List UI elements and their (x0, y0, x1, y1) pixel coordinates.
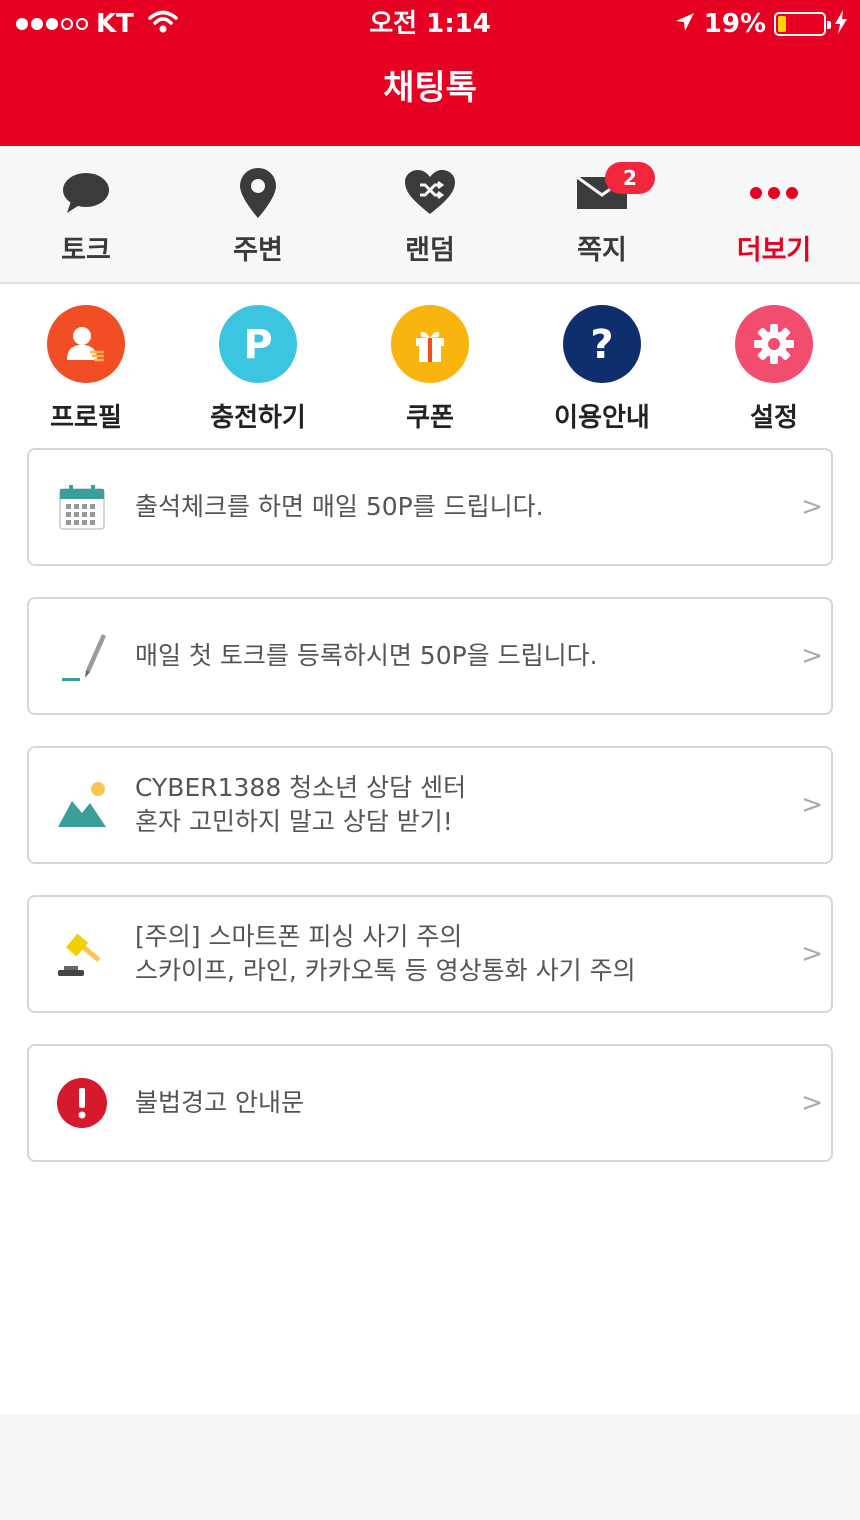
status-bar: KT 오전 1:14 19% (0, 0, 860, 48)
speech-bubble-icon (61, 168, 111, 218)
quick-menu-settings-label: 설정 (750, 403, 798, 433)
chevron-right-icon: > (801, 492, 823, 522)
tab-talk[interactable]: 토크 (0, 146, 172, 282)
chevron-right-icon: > (801, 939, 823, 969)
tab-talk-label: 토크 (61, 235, 111, 266)
shuffle-heart-icon (405, 168, 455, 218)
svg-text:?: ? (590, 322, 613, 366)
notice-first-talk-text: 매일 첫 토크를 등록하시면 50P을 드립니다. (135, 641, 598, 670)
tab-nearby[interactable]: 주변 (172, 146, 344, 282)
gavel-icon (55, 927, 109, 981)
tab-more-label: 더보기 (736, 235, 812, 266)
notice-attendance-text: 출석체크를 하면 매일 50P를 드립니다. (135, 492, 544, 521)
app-header: KT 오전 1:14 19% 채팅톡 (0, 0, 860, 146)
chevron-right-icon: > (801, 641, 823, 671)
warning-icon (55, 1076, 109, 1130)
notice-illegal-warning-text: 불법경고 안내문 (135, 1088, 304, 1117)
quick-menu-charge[interactable]: P 충전하기 (172, 300, 344, 440)
svg-text:P: P (243, 322, 272, 366)
notice-illegal-warning[interactable]: 불법경고 안내문 > (27, 1044, 833, 1162)
gear-icon (735, 305, 813, 383)
quick-menu-charge-label: 충전하기 (210, 403, 306, 433)
tab-messages-label: 쪽지 (577, 235, 627, 266)
notice-counseling[interactable]: CYBER1388 청소년 상담 센터 혼자 고민하지 말고 상담 받기! > (27, 746, 833, 864)
quick-menu: 프로필 P 충전하기 쿠폰 ? 이용안내 설정 (0, 300, 860, 440)
notice-first-talk[interactable]: 매일 첫 토크를 등록하시면 50P을 드립니다. > (27, 597, 833, 715)
profile-icon (47, 305, 125, 383)
help-icon: ? (563, 305, 641, 383)
notice-attendance[interactable]: 출석체크를 하면 매일 50P를 드립니다. > (27, 448, 833, 566)
quick-menu-profile[interactable]: 프로필 (0, 300, 172, 440)
points-icon: P (219, 305, 297, 383)
gift-icon (391, 305, 469, 383)
tab-bar: 토크 주변 랜덤 2 쪽지 더보기 (0, 146, 860, 284)
mountain-sun-icon (55, 778, 109, 832)
tab-messages[interactable]: 2 쪽지 (516, 146, 688, 282)
chevron-right-icon: > (801, 790, 823, 820)
bottom-area (0, 1414, 860, 1520)
quick-menu-settings[interactable]: 설정 (688, 300, 860, 440)
envelope-icon: 2 (577, 162, 655, 218)
notice-list: 출석체크를 하면 매일 50P를 드립니다. > 매일 첫 토크를 등록하시면 … (27, 448, 833, 1193)
unread-badge: 2 (605, 162, 655, 194)
notice-phishing[interactable]: [주의] 스마트폰 피싱 사기 주의 스카이프, 라인, 카카오톡 등 영상통화… (27, 895, 833, 1013)
quick-menu-coupon-label: 쿠폰 (406, 403, 454, 433)
tab-more[interactable]: 더보기 (688, 146, 860, 282)
quick-menu-profile-label: 프로필 (50, 403, 122, 433)
battery-percent: 19% (703, 9, 766, 39)
tab-random-label: 랜덤 (405, 235, 455, 266)
notice-phishing-text: [주의] 스마트폰 피싱 사기 주의 스카이프, 라인, 카카오톡 등 영상통화… (135, 922, 636, 985)
quick-menu-guide-label: 이용안내 (554, 403, 650, 433)
calendar-icon (55, 480, 109, 534)
quick-menu-coupon[interactable]: 쿠폰 (344, 300, 516, 440)
app-title: 채팅톡 (383, 68, 477, 108)
charging-bolt-icon (834, 10, 848, 38)
tab-nearby-label: 주변 (233, 235, 283, 266)
more-dots-icon (749, 168, 799, 218)
tab-random[interactable]: 랜덤 (344, 146, 516, 282)
chevron-right-icon: > (801, 1088, 823, 1118)
quick-menu-guide[interactable]: ? 이용안내 (516, 300, 688, 440)
notice-counseling-text: CYBER1388 청소년 상담 센터 혼자 고민하지 말고 상담 받기! (135, 773, 467, 836)
location-arrow-icon (674, 11, 696, 37)
pencil-icon (55, 629, 109, 683)
battery-icon (774, 12, 831, 36)
location-pin-icon (240, 168, 276, 218)
